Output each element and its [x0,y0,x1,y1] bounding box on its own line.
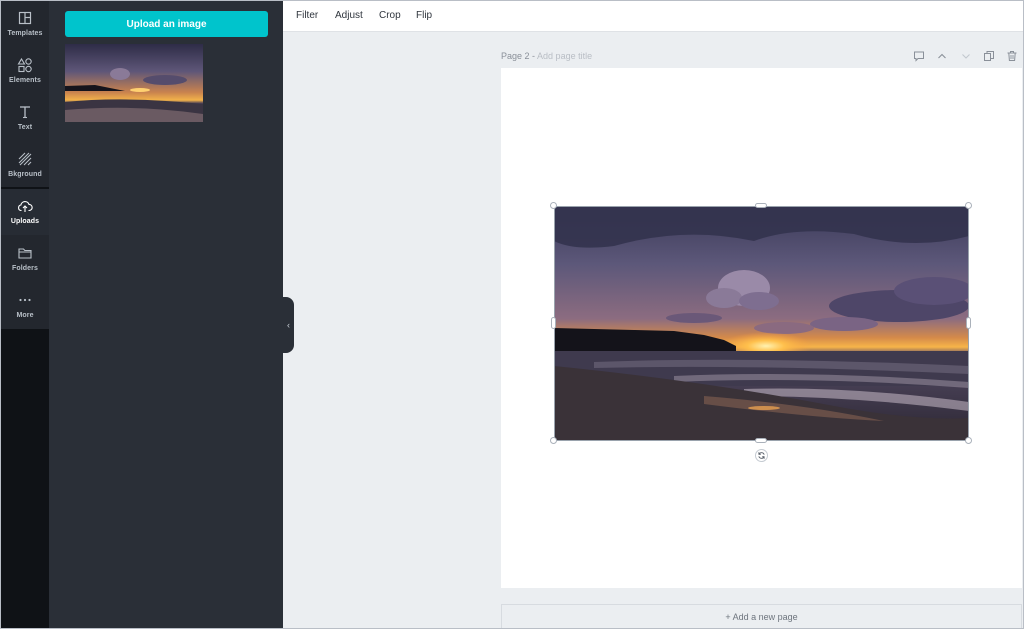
editor-window: Templates Elements Text Bkground Uploads… [0,0,1024,629]
page-title-input[interactable]: Add page title [537,51,592,61]
text-icon [20,106,30,119]
move-page-up-button[interactable] [935,49,949,63]
resize-handle-left[interactable] [551,317,556,329]
sidebar-item-label: Uploads [10,218,40,225]
resize-handle-bottom-left[interactable] [550,437,557,444]
add-new-page-button[interactable]: + Add a new page [501,604,1022,628]
trash-icon [1007,51,1017,61]
resize-handle-top[interactable] [755,203,767,208]
uploads-panel: Upload an image [49,1,283,628]
background-icon [18,152,32,166]
delete-page-button[interactable] [1005,49,1019,63]
page-header: Page 2 - Add page title [501,51,592,61]
comment-icon [914,51,924,62]
upload-cloud-icon [18,201,33,212]
sidebar-item-more[interactable]: More [1,283,49,329]
rotate-icon [758,452,765,459]
adjust-button[interactable]: Adjust [335,10,363,21]
resize-handle-right[interactable] [966,317,971,329]
sunset-beach-photo [554,206,974,441]
more-dots-icon [19,298,31,302]
image-toolbar: Filter Adjust Crop Flip [283,1,1023,32]
duplicate-page-button[interactable] [982,49,996,63]
page-number-label: Page 2 - [501,51,536,61]
duplicate-icon [984,51,994,61]
flip-button[interactable]: Flip [416,10,432,21]
sidebar-item-elements[interactable]: Elements [1,48,49,94]
sidebar-item-label: Folders [12,265,38,272]
selected-photo[interactable] [554,206,974,441]
sidebar-item-label: Bkground [8,171,42,178]
sidebar-item-folders[interactable]: Folders [1,236,49,282]
sidebar-item-label: More [16,312,34,319]
resize-handle-top-left[interactable] [550,202,557,209]
chevron-up-icon [938,53,946,59]
sidebar-item-label: Elements [9,77,41,84]
sidebar-item-background[interactable]: Bkground [1,142,49,188]
sidebar-item-templates[interactable]: Templates [1,1,49,47]
collapse-panel-button[interactable]: ‹ [283,297,294,353]
move-page-down-button[interactable] [959,49,973,63]
side-nav: Templates Elements Text Bkground Uploads… [1,1,49,628]
sidebar-item-label: Templates [7,30,43,37]
resize-handle-bottom[interactable] [755,438,767,443]
resize-handle-bottom-right[interactable] [965,437,972,444]
elements-icon [17,57,32,73]
templates-icon [18,11,32,25]
filter-button[interactable]: Filter [296,10,318,21]
chevron-left-icon: ‹ [287,320,290,330]
sidebar-item-uploads[interactable]: Uploads [1,189,49,235]
crop-button[interactable]: Crop [379,10,401,21]
rotate-handle[interactable] [755,449,768,462]
folder-icon [18,248,32,259]
sidebar-item-label: Text [17,124,33,131]
upload-image-button[interactable]: Upload an image [65,11,268,37]
page-notes-button[interactable] [912,49,926,63]
sunset-thumbnail-image [65,44,203,122]
chevron-down-icon [962,54,970,59]
sidebar-item-text[interactable]: Text [1,95,49,141]
uploaded-image-thumbnail[interactable] [65,44,203,122]
resize-handle-top-right[interactable] [965,202,972,209]
